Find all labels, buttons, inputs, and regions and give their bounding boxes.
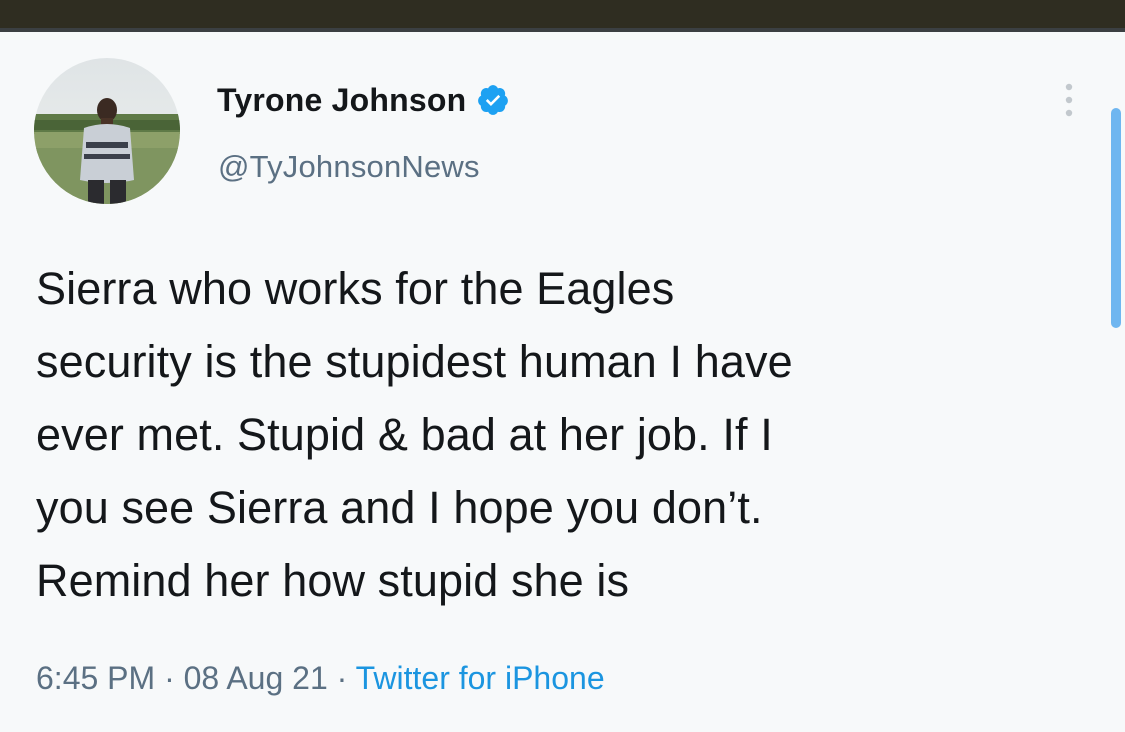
display-name[interactable]: Tyrone Johnson — [217, 82, 466, 119]
scrollbar[interactable] — [1111, 108, 1121, 328]
tweet-source-link[interactable]: Twitter for iPhone — [356, 660, 605, 696]
meta-separator: · — [327, 660, 356, 696]
tweet-text-line: you see Sierra and I hope you don’t. — [36, 482, 763, 533]
tweet-text-line: security is the stupidest human I have — [36, 336, 793, 387]
tweet-text-line: ever met. Stupid & bad at her job. If I — [36, 409, 773, 460]
tweet-meta: 6:45 PM · 08 Aug 21 · Twitter for iPhone — [36, 660, 605, 697]
meta-separator: · — [155, 660, 184, 696]
more-vertical-icon[interactable] — [1062, 80, 1076, 120]
tweet-date[interactable]: 08 Aug 21 — [184, 660, 328, 696]
tweet-text: Sierra who works for the Eagles security… — [36, 252, 1096, 617]
author-row: Tyrone Johnson — [217, 80, 510, 120]
tweet-text-line: Remind her how stupid she is — [36, 555, 630, 606]
tweet-text-line: Sierra who works for the Eagles — [36, 263, 675, 314]
verified-badge-icon — [476, 83, 510, 117]
tweet-time[interactable]: 6:45 PM — [36, 660, 155, 696]
author-handle[interactable]: @TyJohnsonNews — [218, 149, 480, 185]
avatar[interactable] — [34, 58, 180, 204]
status-bar — [0, 0, 1125, 28]
tweet-card: Tyrone Johnson @TyJohnsonNews Sierra who… — [0, 32, 1125, 732]
